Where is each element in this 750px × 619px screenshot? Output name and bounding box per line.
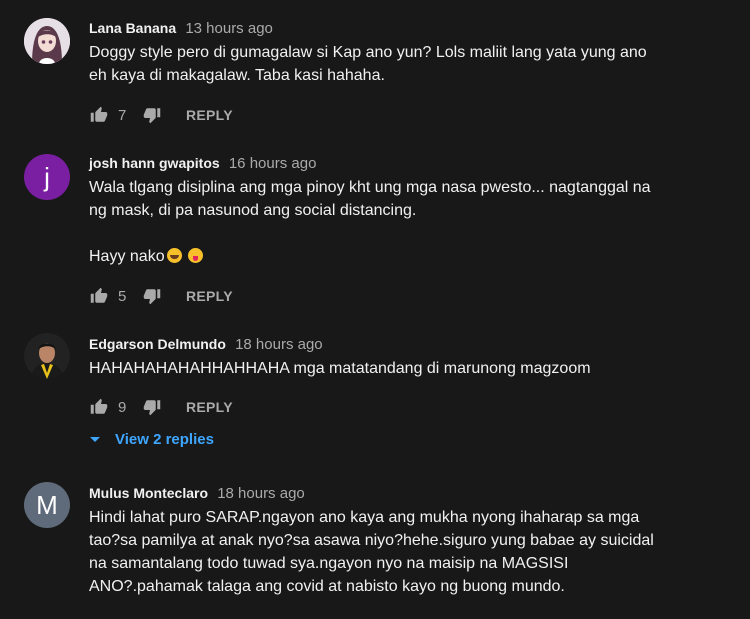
thumbs-up-icon — [90, 398, 108, 414]
reply-button[interactable]: REPLY — [186, 288, 233, 304]
reply-button[interactable]: REPLY — [186, 107, 233, 123]
comment-timestamp[interactable]: 18 hours ago — [235, 336, 323, 353]
dislike-button[interactable] — [142, 397, 162, 417]
thumbs-up-icon — [90, 106, 108, 122]
avatar[interactable]: j — [24, 154, 70, 200]
like-button[interactable] — [89, 397, 109, 417]
laughing-emoji-icon — [166, 248, 182, 263]
comment-author[interactable]: Mulus Monteclaro — [89, 485, 208, 501]
avatar[interactable]: M — [24, 482, 70, 528]
comment-author[interactable]: Lana Banana — [89, 20, 176, 36]
dislike-button[interactable] — [142, 286, 162, 306]
thumbs-up-icon — [90, 287, 108, 303]
comment-text: Wala tlgang disiplina ang mga pinoy kht … — [89, 179, 651, 219]
like-count: 5 — [118, 287, 127, 305]
like-count: 7 — [118, 106, 127, 124]
view-replies-label: View 2 replies — [115, 431, 214, 448]
tongue-emoji-icon — [188, 248, 204, 263]
caret-down-icon — [89, 436, 101, 444]
like-button[interactable] — [89, 286, 109, 306]
comment-author[interactable]: josh hann gwapitos — [89, 155, 220, 171]
comment-text: Doggy style pero di gumagalaw si Kap ano… — [89, 44, 647, 84]
comment-text: HAHAHAHAHAHHAHHAHA mga matatandang di ma… — [89, 360, 591, 377]
thumbs-down-icon — [143, 289, 161, 305]
like-button[interactable] — [89, 105, 109, 125]
dislike-button[interactable] — [142, 105, 162, 125]
thumbs-down-icon — [143, 108, 161, 124]
avatar[interactable] — [24, 18, 70, 64]
like-count: 9 — [118, 398, 127, 416]
comment-text-extra: Hayy nako — [89, 248, 165, 265]
avatar[interactable] — [24, 333, 70, 379]
comment-text-line: Hayy nako — [89, 245, 729, 268]
comment-timestamp[interactable]: 18 hours ago — [217, 485, 305, 502]
comment-author[interactable]: Edgarson Delmundo — [89, 336, 226, 352]
graduate-photo-avatar-icon — [24, 333, 70, 379]
thumbs-down-icon — [143, 400, 161, 416]
comment-text: Hindi lahat puro SARAP.ngayon ano kaya a… — [89, 509, 654, 595]
reply-button[interactable]: REPLY — [186, 399, 233, 415]
avatar-letter: j — [44, 161, 50, 192]
comment-timestamp[interactable]: 16 hours ago — [229, 155, 317, 172]
avatar-letter: M — [36, 489, 58, 520]
comment-timestamp[interactable]: 13 hours ago — [185, 20, 273, 37]
anime-girl-avatar-icon — [24, 18, 70, 64]
comment-list: Lana Banana 13 hours ago Doggy style per… — [0, 0, 750, 619]
view-replies-button[interactable]: View 2 replies — [89, 431, 214, 448]
